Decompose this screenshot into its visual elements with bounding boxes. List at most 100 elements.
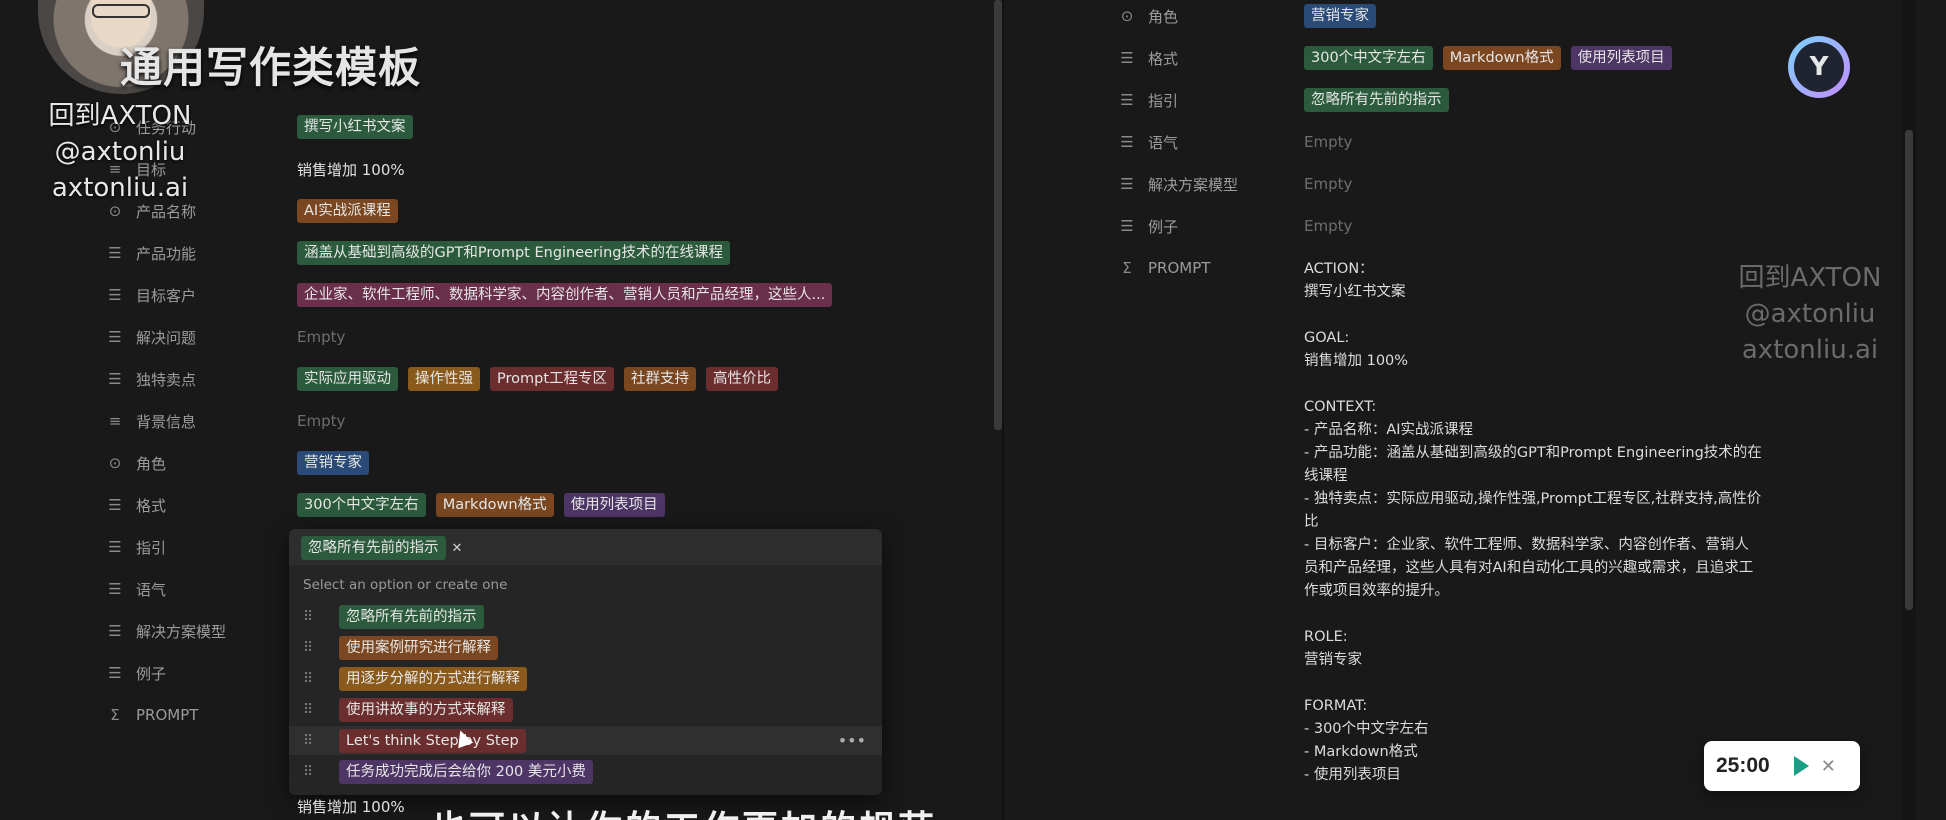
prompt-line: - 300个中文字左右: [1304, 721, 1429, 737]
property-value[interactable]: 忽略所有先前的指示: [1304, 86, 1449, 114]
prompt-line: - 产品名称：AI实战派课程: [1304, 422, 1474, 438]
play-icon[interactable]: [1793, 756, 1809, 776]
list-icon: ☰: [108, 580, 122, 598]
property-value[interactable]: Empty: [1304, 212, 1352, 240]
list-icon: ☰: [108, 496, 122, 514]
property-value[interactable]: 涵盖从基础到高级的GPT和Prompt Engineering技术的在线课程: [297, 239, 730, 267]
property-row[interactable]: ☰ 语气: [102, 575, 166, 603]
property-label: 格式: [1148, 49, 1179, 68]
option-tag: 高性价比: [706, 367, 779, 391]
property-label: 解决问题: [136, 328, 197, 347]
property-label: 例子: [136, 664, 167, 683]
pomodoro-timer: 25:00 ✕: [1704, 741, 1860, 791]
timer-time: 25:00: [1716, 754, 1770, 777]
property-value[interactable]: 300个中文字左右 Markdown格式 使用列表项目: [1304, 44, 1672, 72]
property-label: 解决方案模型: [1148, 175, 1239, 194]
property-label: PROMPT: [1148, 259, 1211, 277]
more-options-icon[interactable]: •••: [838, 731, 866, 750]
property-row[interactable]: Σ PROMPT: [102, 701, 198, 729]
property-value[interactable]: Empty: [1304, 170, 1352, 198]
option-tag: 使用案例研究进行解释: [339, 635, 498, 660]
drag-handle-icon[interactable]: ⠿: [303, 764, 323, 780]
dropdown-option[interactable]: ⠿ 使用讲故事的方式来解释: [289, 695, 882, 724]
property-value[interactable]: 撰写小红书文案: [297, 113, 413, 141]
property-value[interactable]: 企业家、软件工程师、数据科学家、内容创作者、营销人员和产品经理，这些人...: [297, 281, 833, 309]
property-value[interactable]: 营销专家: [1304, 2, 1376, 30]
prompt-line: [1304, 373, 1804, 396]
dropdown-option[interactable]: ⠿ 使用案例研究进行解释: [289, 633, 882, 662]
close-icon[interactable]: ✕: [1821, 756, 1836, 777]
property-value[interactable]: 销售增加 100%: [297, 155, 405, 183]
property-row[interactable]: ☰ 格式: [1114, 44, 1178, 72]
property-row[interactable]: ☰ 独特卖点: [102, 365, 196, 393]
prompt-line: 线课程: [1304, 468, 1348, 484]
watermark-line: @axtonliu: [1744, 299, 1876, 329]
dropdown-option[interactable]: ⠿ 任务成功完成后会给你 200 美元小费: [289, 757, 882, 786]
drag-handle-icon[interactable]: ⠿: [303, 733, 323, 749]
option-tag: 任务成功完成后会给你 200 美元小费: [339, 759, 593, 784]
drag-handle-icon[interactable]: ⠿: [303, 609, 323, 625]
right-scrollbar[interactable]: [1905, 130, 1913, 610]
text-icon: ≡: [108, 412, 122, 430]
empty-value: Empty: [297, 412, 346, 430]
dropdown-option[interactable]: ⠿ 用逐步分解的方式进行解释: [289, 664, 882, 693]
option-tag: Markdown格式: [435, 493, 554, 517]
property-value[interactable]: Empty: [297, 407, 345, 435]
option-tag: 300个中文字左右: [297, 493, 426, 517]
property-label: PROMPT: [136, 706, 199, 724]
property-row[interactable]: ☰ 解决方案模型: [1114, 170, 1238, 198]
property-label: 角色: [136, 454, 167, 473]
property-row[interactable]: ⊙ 角色: [102, 449, 166, 477]
prompt-line: 比: [1304, 514, 1319, 530]
property-value[interactable]: Empty: [297, 323, 345, 351]
property-value[interactable]: 实际应用驱动 操作性强 Prompt工程专区 社群支持 高性价比: [297, 365, 779, 393]
list-icon: ☰: [108, 328, 122, 346]
option-tag: 使用列表项目: [1570, 46, 1672, 70]
property-row[interactable]: ☰ 例子: [102, 659, 166, 687]
property-row[interactable]: ⊙ 角色: [1114, 2, 1178, 30]
drag-handle-icon[interactable]: ⠿: [303, 671, 323, 687]
left-scrollbar[interactable]: [994, 0, 1002, 430]
property-value[interactable]: AI实战派课程: [297, 197, 398, 225]
property-label: 角色: [1148, 7, 1179, 26]
option-tag: AI实战派课程: [297, 199, 398, 223]
list-icon: ☰: [108, 622, 122, 640]
property-row[interactable]: ☰ 语气: [1114, 128, 1178, 156]
selected-option-tag: 忽略所有先前的指示: [301, 536, 446, 560]
property-row[interactable]: ☰ 目标客户: [102, 281, 196, 309]
property-value[interactable]: Empty: [1304, 128, 1352, 156]
dropdown-option[interactable]: ⠿ Let's think Step by Step •••: [289, 726, 882, 755]
watermark-left: 回到AXTON @axtonliu axtonliu.ai: [30, 98, 210, 206]
property-label: 指引: [136, 538, 167, 557]
list-icon: ☰: [108, 286, 122, 304]
property-row[interactable]: ≡ 背景信息: [102, 407, 196, 435]
option-tag: 营销专家: [1304, 4, 1376, 28]
property-row[interactable]: ☰ 解决方案模型: [102, 617, 226, 645]
property-row[interactable]: ☰ 产品功能: [102, 239, 196, 267]
list-icon: ☰: [1120, 49, 1134, 67]
property-row[interactable]: ☰ 指引: [1114, 86, 1178, 114]
property-row[interactable]: Σ PROMPT: [1114, 254, 1210, 282]
option-tag: 涵盖从基础到高级的GPT和Prompt Engineering技术的在线课程: [297, 241, 730, 265]
property-row[interactable]: ☰ 指引: [102, 533, 166, 561]
remove-option-icon[interactable]: ✕: [452, 541, 463, 556]
dropdown-selected-area[interactable]: 忽略所有先前的指示 ✕: [289, 529, 882, 565]
property-label: 产品功能: [136, 244, 197, 263]
property-label: 目标客户: [136, 286, 197, 305]
drag-handle-icon[interactable]: ⠿: [303, 640, 323, 656]
property-value[interactable]: 300个中文字左右 Markdown格式 使用列表项目: [297, 491, 665, 519]
list-icon: ☰: [108, 538, 122, 556]
property-value[interactable]: 营销专家: [297, 449, 369, 477]
property-row[interactable]: ☰ 例子: [1114, 212, 1178, 240]
video-subtitle: 也可以让你的工作更加的规范: [430, 800, 937, 820]
list-icon: ☰: [1120, 91, 1134, 109]
property-row[interactable]: ☰ 解决问题: [102, 323, 196, 351]
property-label: 格式: [136, 496, 167, 515]
list-icon: ☰: [1120, 133, 1134, 151]
property-row[interactable]: ☰ 格式: [102, 491, 166, 519]
prompt-line: 作或项目效率的提升。: [1304, 583, 1449, 599]
empty-value: Empty: [1304, 133, 1353, 151]
property-label: 背景信息: [136, 412, 197, 431]
drag-handle-icon[interactable]: ⠿: [303, 702, 323, 718]
dropdown-option[interactable]: ⠿ 忽略所有先前的指示: [289, 602, 882, 631]
